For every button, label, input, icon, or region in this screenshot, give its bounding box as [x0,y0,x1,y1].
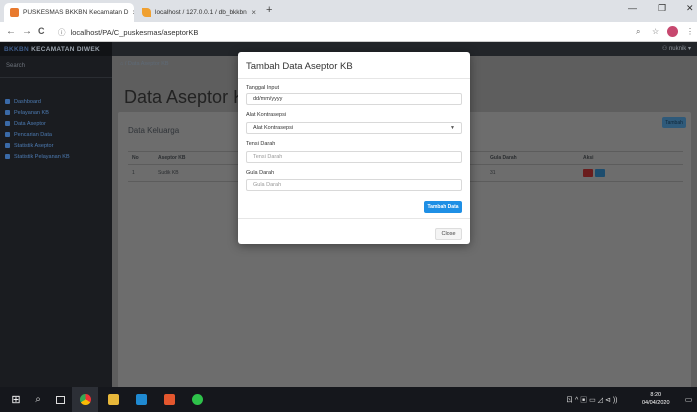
back-button[interactable]: ← [6,26,16,37]
tab-title: localhost / 127.0.0.1 / db_bkkbn [155,9,247,16]
reload-button[interactable]: C [38,26,45,36]
bookmark-star-icon[interactable]: ☆ [652,27,659,36]
tab-puskesmas[interactable]: PUSKESMAS BKKBN Kecamatan D × [4,3,134,22]
system-tray-icons[interactable]: ㄖ ^ ▣ ▭ ◿ ⊲ )) [566,395,617,405]
tensi-darah-label: Tensi Darah [246,141,276,147]
tanggal-input-label: Tanggal Input [246,85,280,91]
sidebar-search[interactable]: Search [0,56,112,78]
delete-button[interactable] [583,169,593,177]
service-icon [5,110,10,115]
column-header: Aseptor KB [154,151,244,165]
file-explorer-icon[interactable] [100,387,126,412]
sidebar-item-data-aseptor[interactable]: Data Aseptor [0,118,112,129]
gula-darah-field[interactable] [246,179,462,191]
table-cell: 1 [128,164,154,182]
modal-title: Tambah Data Aseptor KB [238,52,470,79]
chart-icon [5,143,10,148]
taskbar-search-icon[interactable]: ⌕ [28,387,48,412]
table-cell: 31 [486,164,579,182]
sidebar-nav: Dashboard Pelayanan KB Data Aseptor Penc… [0,96,112,162]
close-button[interactable]: Close [435,228,462,240]
tambah-data-button[interactable]: Tambah Data [424,201,462,213]
phpmyadmin-favicon-icon [142,8,151,17]
user-menu[interactable]: ⚇ nuknik ▾ [662,45,691,52]
task-view-icon[interactable] [50,387,70,412]
column-header: Aksi [579,151,683,165]
sidebar-item-statistik-pelayanan[interactable]: Statistik Pelayanan KB [0,151,112,162]
url-text: localhost/PA/C_puskesmas/aseptorKB [70,28,199,37]
card-title: Data Keluarga [128,126,180,135]
tab-close-icon[interactable]: × [251,8,256,17]
tab-phpmyadmin[interactable]: localhost / 127.0.0.1 / db_bkkbn × [136,3,262,22]
url-field[interactable]: ⓘ localhost/PA/C_puskesmas/aseptorKB [58,27,198,38]
edit-button[interactable] [595,169,605,177]
add-aseptor-modal: Tambah Data Aseptor KB Tanggal Input dd/… [238,52,470,244]
zoom-icon[interactable]: ⌕ [636,27,640,37]
column-header: No [128,151,154,165]
window-close-button[interactable]: ✕ [686,3,694,14]
puskesmas-favicon-icon [10,8,19,17]
start-button[interactable]: ⊞ [6,387,26,412]
address-bar: ← → C ⓘ localhost/PA/C_puskesmas/aseptor… [0,22,697,42]
actions-cell [579,164,683,182]
minimize-button[interactable]: — [628,3,637,13]
maximize-button[interactable]: ❐ [658,3,666,14]
chart-icon [5,154,10,159]
vscode-icon[interactable] [128,387,154,412]
site-info-icon[interactable]: ⓘ [58,28,66,37]
tensi-darah-field[interactable] [246,151,462,163]
sidebar-item-dashboard[interactable]: Dashboard [0,96,112,107]
new-tab-button[interactable]: + [266,4,272,16]
sidebar-item-pencarian-data[interactable]: Pencarian Data [0,129,112,140]
notification-icon[interactable]: ▭ [680,387,697,412]
add-button[interactable]: Tambah [662,117,686,128]
whatsapp-icon[interactable] [184,387,210,412]
gula-darah-label: Gula Darah [246,170,275,176]
search-icon [5,132,10,137]
tab-close-icon[interactable]: × [133,8,135,17]
browser-menu-icon[interactable]: ⋮ [686,27,694,36]
tab-title: PUSKESMAS BKKBN Kecamatan D [23,9,129,16]
sidebar: BKKBN KECAMATAN DIWEK Search Dashboard P… [0,42,112,387]
alat-kontrasepsi-select[interactable]: Alat Kontrasepsi ▼ [246,122,462,134]
tanggal-input-field[interactable]: dd/mm/yyyy [246,93,462,105]
brand-logo[interactable]: BKKBN KECAMATAN DIWEK [0,42,112,56]
alat-kontrasepsi-label: Alat Kontrasepsi [246,112,287,118]
forward-button[interactable]: → [22,26,32,37]
column-header: Gula Darah [486,151,579,165]
chrome-taskbar-icon[interactable] [72,387,98,412]
browser-tab-bar: PUSKESMAS BKKBN Kecamatan D × localhost … [0,0,697,22]
taskbar-clock[interactable]: 8:20 04/04/2020 [642,391,670,407]
dashboard-icon [5,99,10,104]
table-cell: Sudik KB [154,164,244,182]
data-icon [5,121,10,126]
modal-divider [238,218,470,219]
xampp-icon[interactable] [156,387,182,412]
chevron-down-icon: ▼ [450,125,455,131]
taskbar: ⊞ ⌕ ㄖ ^ ▣ ▭ ◿ ⊲ )) 8:20 04/04/2020 ▭ [0,387,697,412]
breadcrumb[interactable]: ⌂ / Data Aseptor KB [120,61,169,67]
sidebar-item-pelayanan-kb[interactable]: Pelayanan KB [0,107,112,118]
sidebar-item-statistik-aseptor[interactable]: Statistik Aseptor [0,140,112,151]
profile-avatar[interactable] [667,26,678,37]
